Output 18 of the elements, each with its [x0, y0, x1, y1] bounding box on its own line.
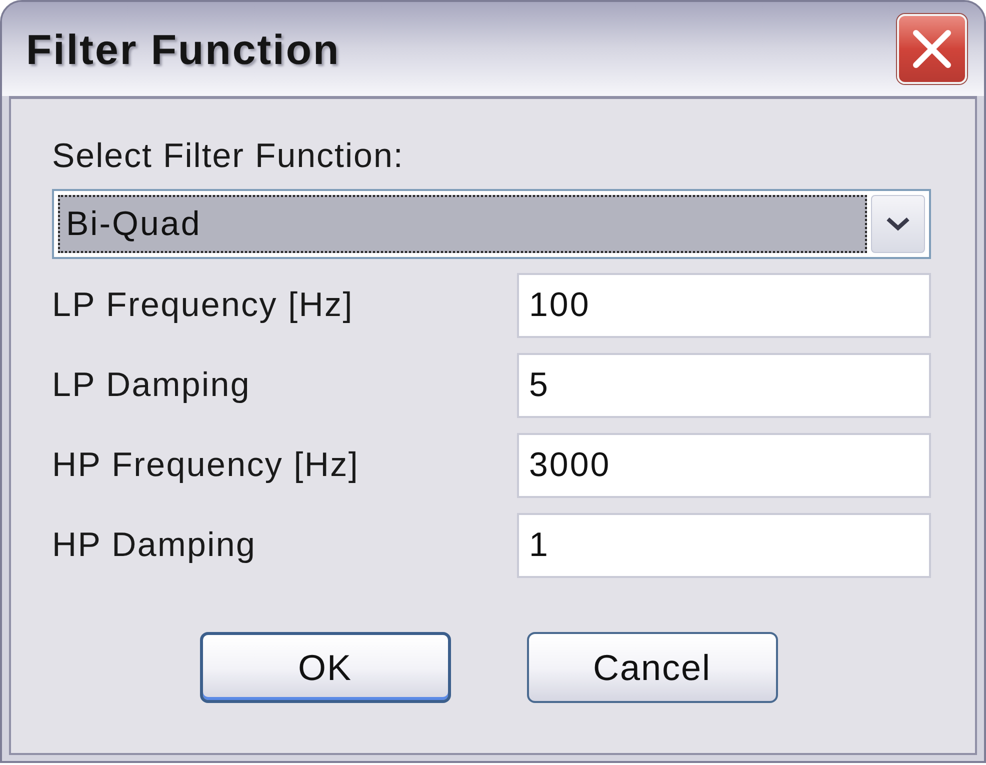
window-title: Filter Function	[26, 24, 340, 74]
value-input[interactable]: 3000	[517, 433, 931, 498]
chevron-down-icon	[886, 217, 910, 231]
ok-button[interactable]: OK	[200, 632, 450, 703]
cancel-button[interactable]: Cancel	[526, 632, 778, 703]
select-label: Select Filter Function:	[52, 137, 405, 175]
close-icon	[913, 30, 951, 68]
value-input[interactable]: 100	[517, 273, 931, 338]
filter-function-dropdown[interactable]: Bi-Quad	[52, 189, 931, 259]
field-label: LP Frequency [Hz]	[52, 285, 354, 326]
selected-option: Bi-Quad	[58, 195, 867, 253]
value-input[interactable]: 1	[517, 513, 931, 578]
field-label: HP Frequency [Hz]	[52, 445, 360, 486]
dropdown-button[interactable]	[871, 195, 925, 253]
close-button[interactable]	[897, 14, 967, 84]
field-label: HP Damping	[52, 525, 258, 566]
value-input[interactable]: 5	[517, 353, 931, 418]
field-label: LP Damping	[52, 365, 252, 406]
